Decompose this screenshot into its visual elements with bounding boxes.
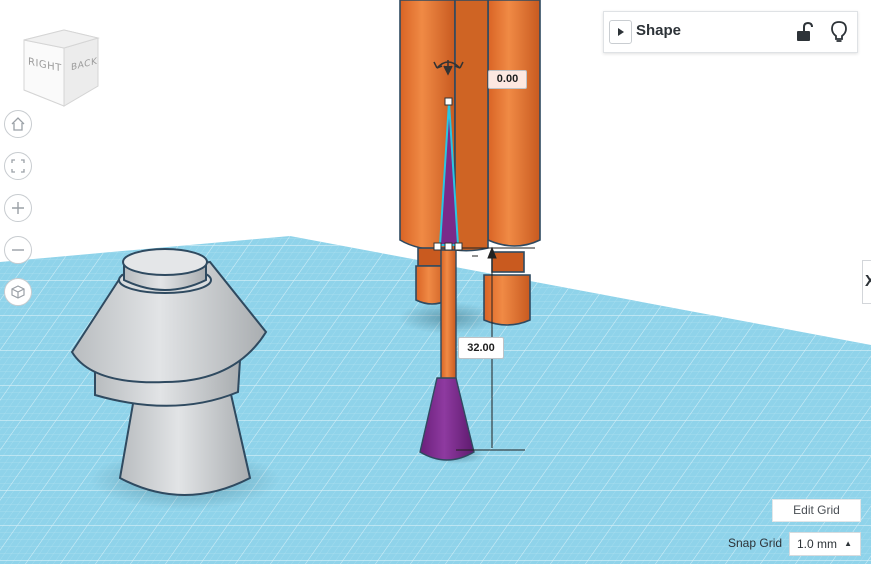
side-panel-tab[interactable]: X (862, 260, 871, 304)
edit-grid-button[interactable]: Edit Grid (772, 499, 861, 522)
rotation-value-label[interactable]: 0.00 (488, 70, 527, 89)
zoom-in-button[interactable] (4, 194, 32, 222)
minus-icon (12, 249, 24, 251)
projection-button[interactable] (4, 278, 32, 306)
snap-grid-value: 1.0 mm (797, 537, 838, 551)
lightbulb-icon (831, 21, 847, 42)
height-value-label[interactable]: 32.00 (458, 337, 504, 359)
lock-button[interactable] (794, 21, 814, 43)
side-tab-label: X (865, 273, 871, 290)
snap-grid-label: Snap Grid (728, 536, 783, 550)
unlock-icon (797, 21, 813, 41)
caret-right-icon (617, 28, 624, 36)
cube-icon (11, 285, 25, 299)
plus-icon (12, 202, 24, 214)
fit-all-icon (11, 159, 25, 173)
shape-inspector-panel: Shape (603, 11, 858, 53)
caret-up-icon: ▲ (844, 539, 852, 548)
zoom-out-button[interactable] (4, 236, 32, 264)
home-icon (11, 117, 25, 131)
view-cube[interactable]: RIGHT BACK (18, 28, 102, 108)
snap-grid-select[interactable]: 1.0 mm ▲ (789, 532, 861, 556)
light-button[interactable] (829, 20, 849, 44)
panel-title: Shape (636, 22, 682, 39)
3d-viewport[interactable] (0, 0, 871, 564)
home-view-button[interactable] (4, 110, 32, 138)
panel-toggle-button[interactable] (609, 20, 632, 44)
fit-view-button[interactable] (4, 152, 32, 180)
